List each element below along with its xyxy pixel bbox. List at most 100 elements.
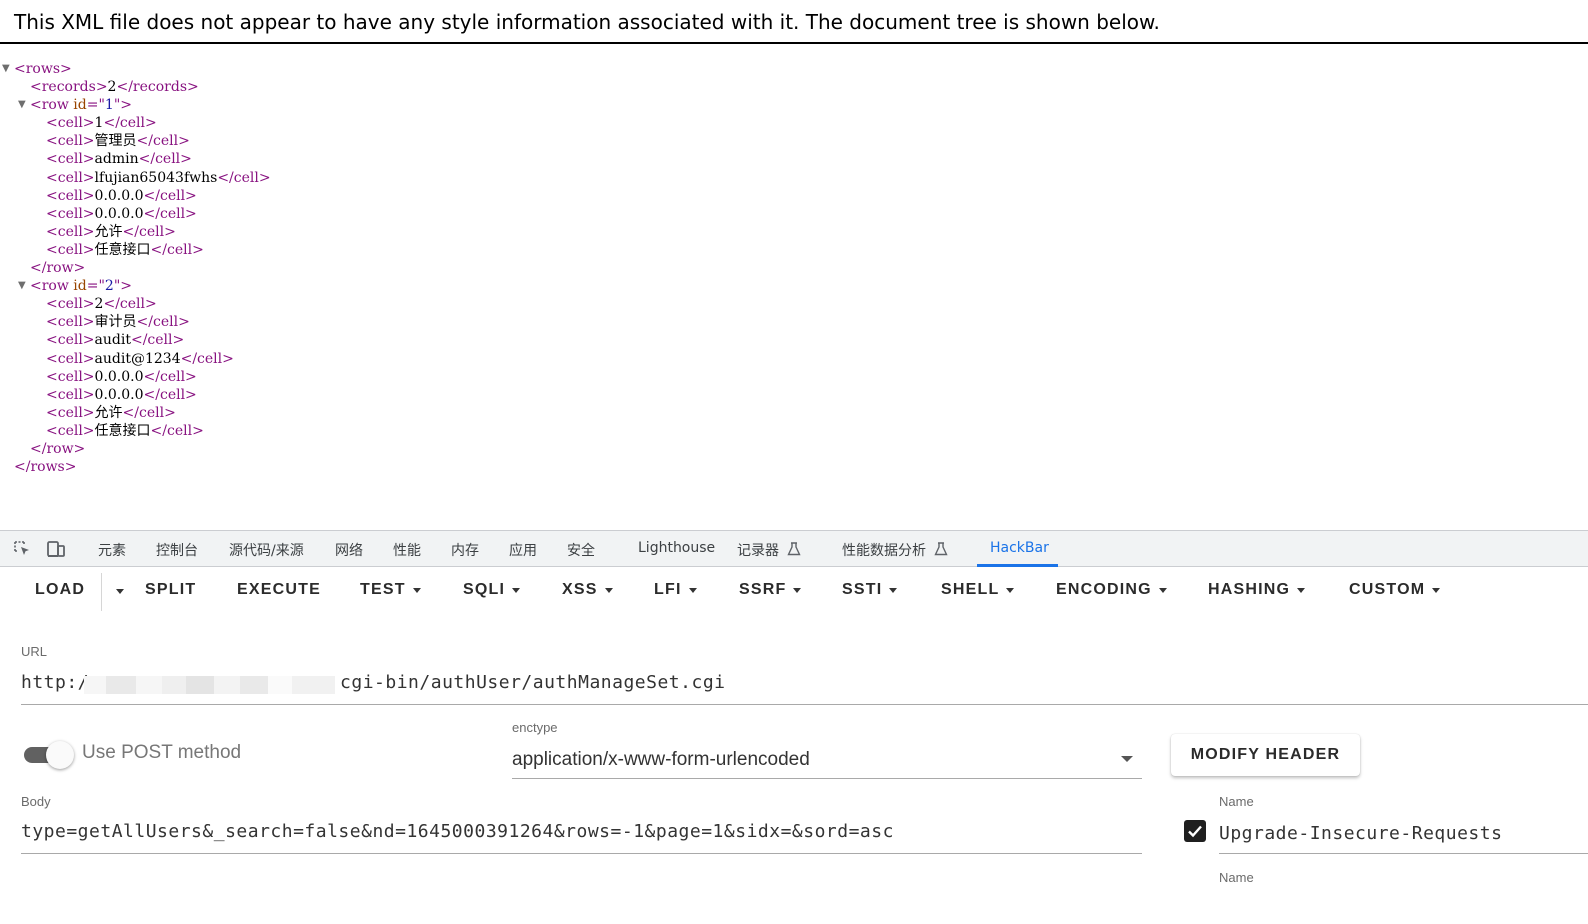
cell-open-tag: <cell>	[46, 241, 95, 258]
load-button[interactable]: LOAD	[35, 581, 85, 599]
custom-menu-button[interactable]: CUSTOM	[1349, 581, 1441, 599]
tab-lighthouse[interactable]: Lighthouse	[638, 540, 715, 556]
cell-value: 0.0.0.0	[94, 187, 144, 204]
load-button-label: LOAD	[35, 581, 86, 598]
xml-cell-line: <cell>0.0.0.0</cell>	[12, 205, 1212, 223]
body-input[interactable]: type=getAllUsers&_search=false&nd=164500…	[21, 821, 894, 842]
cell-open-tag: <cell>	[46, 368, 95, 385]
row-id-value: 2	[104, 278, 114, 295]
row-open-tag-end: ">	[113, 97, 133, 114]
url-label: URL	[21, 644, 48, 659]
tab-sources[interactable]: 源代码/来源	[229, 540, 304, 560]
records-open-tag: <records>	[30, 79, 108, 96]
chevron-down-icon	[793, 587, 802, 593]
split-button[interactable]: SPLIT	[145, 581, 196, 599]
cell-open-tag: <cell>	[46, 350, 95, 367]
xml-row-open[interactable]: ▼ <row id="1">	[12, 96, 1212, 114]
chevron-down-icon[interactable]	[1121, 756, 1133, 762]
tab-performance-insights-label: 性能数据分析	[842, 543, 926, 559]
xml-document-tree: ▼ <rows> <records>2</records> ▼ <row id="1">…	[2, 60, 1212, 476]
rows-close-tag: </rows>	[14, 459, 77, 476]
tab-recorder[interactable]: 记录器	[737, 540, 802, 560]
xml-cell-line: <cell>admin</cell>	[12, 150, 1212, 168]
cell-value: 0.0.0.0	[94, 386, 144, 403]
row-open-tag: <row	[30, 97, 74, 114]
chevron-down-icon	[512, 587, 521, 593]
xml-rows-close: </rows>	[12, 458, 1212, 476]
device-toolbar-icon[interactable]	[45, 539, 67, 559]
tab-application[interactable]: 应用	[509, 540, 537, 560]
body-label: Body	[21, 794, 51, 809]
cell-open-tag: <cell>	[46, 404, 95, 421]
shell-menu-button[interactable]: SHELL	[941, 581, 1015, 599]
cell-close-tag: </cell>	[143, 368, 197, 385]
xml-cell-line: <cell>audit@1234</cell>	[12, 350, 1212, 368]
devtools-tab-bar: 元素 控制台 源代码/来源 网络 性能 内存 应用 安全 Lighthouse …	[0, 531, 1588, 567]
devtools-panel: 元素 控制台 源代码/来源 网络 性能 内存 应用 安全 Lighthouse …	[0, 530, 1588, 924]
toolbar-divider	[101, 573, 102, 611]
xml-rows-open[interactable]: ▼ <rows>	[2, 60, 1212, 78]
ssrf-menu-button[interactable]: SSRF	[739, 581, 802, 599]
cell-open-tag: <cell>	[46, 386, 95, 403]
tab-console[interactable]: 控制台	[156, 540, 198, 560]
xss-menu-label: XSS	[562, 581, 598, 598]
tab-performance[interactable]: 性能	[393, 540, 421, 560]
chevron-down-icon	[889, 587, 898, 593]
encoding-menu-button[interactable]: ENCODING	[1056, 581, 1167, 599]
header-enabled-checkbox[interactable]	[1184, 820, 1206, 842]
cell-close-tag: </cell>	[150, 241, 204, 258]
cell-close-tag: </cell>	[138, 151, 192, 168]
xml-cell-line: <cell>2</cell>	[12, 295, 1212, 313]
cell-value: 允许	[94, 223, 123, 240]
load-options-dropdown[interactable]	[109, 589, 124, 594]
cell-close-tag: </cell>	[217, 169, 271, 186]
xml-cell-line: <cell>audit</cell>	[12, 331, 1212, 349]
hackbar-toolbar: LOAD SPLIT EXECUTE TEST SQLI XSS LFI SSR…	[0, 567, 1588, 623]
shell-menu-label: SHELL	[941, 581, 1000, 598]
lfi-menu-button[interactable]: LFI	[654, 581, 697, 599]
cell-open-tag: <cell>	[46, 223, 95, 240]
hashing-menu-button[interactable]: HASHING	[1208, 581, 1306, 599]
chevron-down-icon	[604, 587, 613, 593]
xss-menu-button[interactable]: XSS	[562, 581, 613, 599]
execute-button[interactable]: EXECUTE	[237, 581, 321, 599]
ssti-menu-button[interactable]: SSTI	[842, 581, 898, 599]
xml-cell-line: <cell>lfujian65043fwhs</cell>	[12, 169, 1212, 187]
lfi-menu-label: LFI	[654, 581, 682, 598]
tab-network[interactable]: 网络	[335, 540, 363, 560]
tab-memory[interactable]: 内存	[451, 540, 479, 560]
tab-hackbar[interactable]: HackBar	[990, 540, 1049, 556]
header-name-label-2: Name	[1219, 870, 1254, 885]
cell-value: 允许	[94, 404, 123, 421]
test-menu-label: TEST	[360, 581, 406, 598]
enctype-select[interactable]: application/x-www-form-urlencoded	[512, 749, 810, 771]
cell-close-tag: </cell>	[143, 205, 197, 222]
check-icon	[1188, 825, 1202, 838]
cell-close-tag: </cell>	[150, 422, 204, 439]
row-open-tag-end: ">	[113, 278, 133, 295]
xml-cell-line: <cell>1</cell>	[12, 114, 1212, 132]
post-method-toggle-knob[interactable]	[46, 741, 74, 769]
xml-cell-line: <cell>任意接口</cell>	[12, 241, 1212, 259]
tab-performance-insights[interactable]: 性能数据分析	[842, 540, 949, 560]
xml-row-close: </row>	[12, 440, 1212, 458]
test-menu-button[interactable]: TEST	[360, 581, 421, 599]
sqli-menu-button[interactable]: SQLI	[463, 581, 521, 599]
encoding-menu-label: ENCODING	[1056, 581, 1152, 598]
collapse-triangle-icon[interactable]: ▼	[18, 277, 28, 295]
cell-value: 审计员	[94, 314, 137, 331]
collapse-triangle-icon[interactable]: ▼	[2, 60, 12, 78]
collapse-triangle-icon[interactable]: ▼	[18, 96, 28, 114]
inspect-element-icon[interactable]	[12, 539, 34, 559]
cell-open-tag: <cell>	[46, 151, 95, 168]
enctype-label: enctype	[512, 720, 558, 735]
row-close-tag: </row>	[30, 260, 86, 277]
xml-row-open[interactable]: ▼ <row id="2">	[12, 277, 1212, 295]
header-name-input[interactable]: Upgrade-Insecure-Requests	[1219, 823, 1502, 844]
url-prefix: http:/	[21, 672, 90, 693]
row-id-value: 1	[104, 97, 114, 114]
split-button-label: SPLIT	[145, 581, 197, 598]
tab-security[interactable]: 安全	[567, 540, 595, 560]
tab-elements[interactable]: 元素	[98, 540, 126, 560]
modify-header-button[interactable]: MODIFY HEADER	[1171, 734, 1360, 776]
